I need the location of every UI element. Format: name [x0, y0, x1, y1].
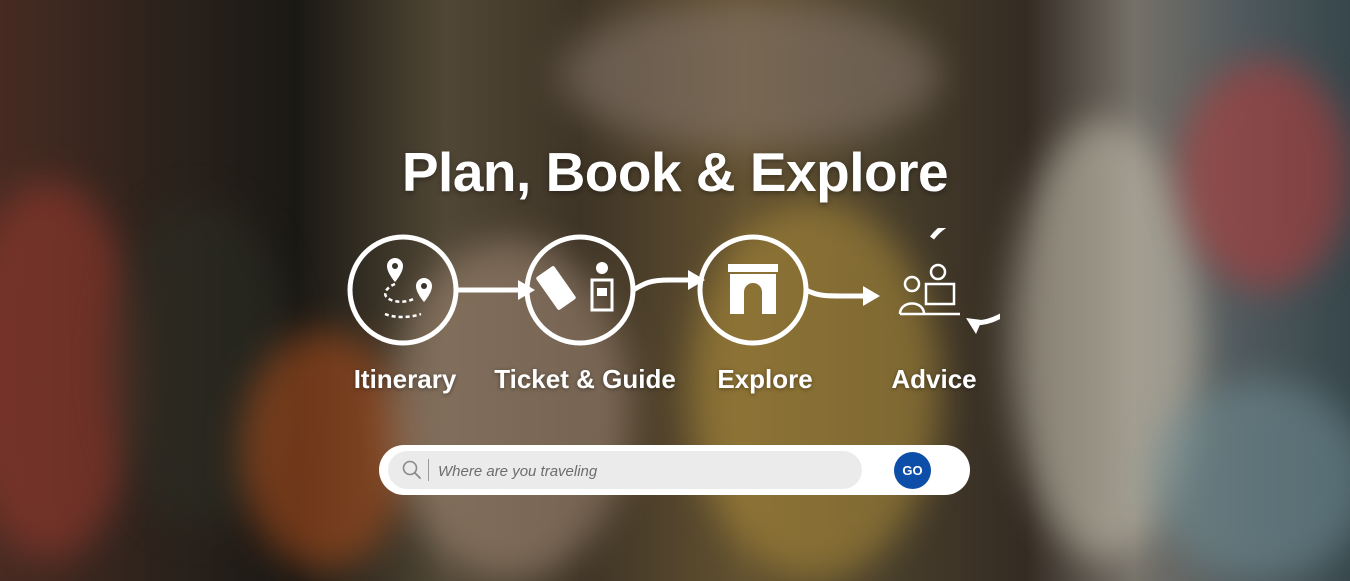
go-button[interactable]: GO — [894, 452, 931, 489]
advice-arc — [930, 228, 1000, 326]
search-divider — [428, 459, 429, 481]
step-label-itinerary: Itinerary — [353, 364, 457, 394]
search-icon — [402, 460, 421, 479]
ticket-guide-circle — [524, 234, 636, 346]
search-bar: GO — [379, 445, 970, 495]
explore-circle — [697, 234, 809, 346]
background-photo — [560, 0, 940, 150]
advisor-icon — [898, 263, 960, 316]
step-label-explore: Explore — [717, 364, 813, 394]
step-label-ticket-guide: Ticket & Guide — [494, 364, 676, 394]
page-title: Plan, Book & Explore — [401, 141, 949, 203]
itinerary-circle — [347, 234, 459, 346]
search-field[interactable] — [388, 451, 862, 491]
ticket-guide-icon — [536, 262, 614, 312]
process-steps — [347, 228, 1000, 346]
map-route-icon — [387, 258, 432, 302]
search-input[interactable] — [436, 451, 850, 491]
step-label-advice: Advice — [891, 364, 977, 394]
background-photo — [1150, 380, 1350, 580]
monument-gate-icon — [728, 264, 778, 314]
